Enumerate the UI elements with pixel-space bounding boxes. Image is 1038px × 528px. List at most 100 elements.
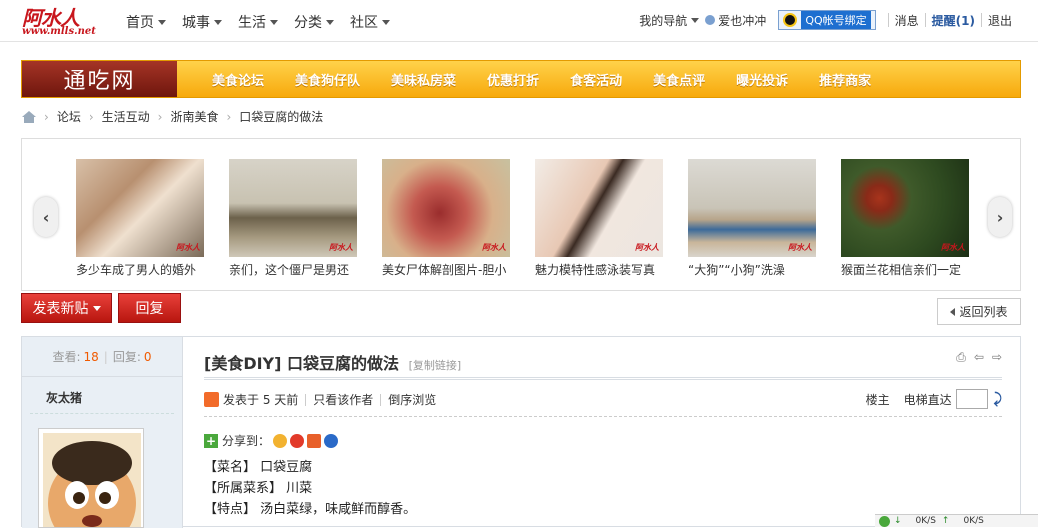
views-count: 18 [83, 349, 99, 364]
mainnav-reviews[interactable]: 美食点评 [653, 70, 705, 89]
chevron-right-icon[interactable]: › [988, 197, 1012, 237]
arrow-left-icon [950, 307, 956, 316]
previous-thread-icon[interactable]: ⇦ [974, 350, 984, 365]
logout-link[interactable]: 退出 [988, 12, 1012, 29]
breadcrumb-current[interactable]: 口袋豆腐的做法 [239, 108, 323, 125]
new-post-button[interactable]: 发表新贴 [21, 293, 112, 323]
reverse-order-link[interactable]: 倒序浏览 [388, 391, 436, 408]
chevron-left-icon[interactable]: ‹ [34, 197, 58, 237]
carousel-caption[interactable]: 多少车成了男人的婚外 [76, 261, 206, 278]
mainnav-private-kitchen[interactable]: 美味私房菜 [391, 70, 456, 89]
reply-button[interactable]: 回复 [118, 293, 181, 323]
divider [887, 13, 889, 27]
top-bar: 阿水人 www.mlls.net 首页 城事 生活 分类 社区 我的导航 爱也冲… [0, 0, 1038, 42]
post-line: 【特点】 汤白菜绿，味咸鲜而醇香。 [204, 502, 417, 517]
chevron-down-icon [270, 19, 278, 25]
watermark: 阿水人 [482, 243, 506, 252]
carousel-item[interactable]: 阿水人 美女尸体解剖图片-胆小 [382, 159, 512, 278]
weibo-icon[interactable] [290, 433, 305, 448]
username-link[interactable]: 爱也冲冲 [718, 12, 766, 29]
new-post-label: 发表新贴 [32, 301, 89, 317]
next-thread-icon[interactable]: ⇨ [992, 350, 1002, 365]
back-label: 返回列表 [959, 305, 1008, 319]
floor-jump: 楼主 电梯直达 ⤸ [866, 389, 1002, 409]
carousel-thumbnail[interactable]: 阿水人 [841, 159, 969, 257]
user-toolbar: 我的导航 爱也冲冲 QQ帐号绑定 消息 提醒(1) 退出 [639, 10, 1012, 30]
upload-arrow-icon: ↑ [941, 516, 950, 526]
remind-link[interactable]: 提醒(1) [932, 12, 975, 29]
renren-icon[interactable] [324, 433, 339, 448]
carousel-thumbnail[interactable]: 阿水人 [76, 159, 204, 257]
carousel-thumbnail[interactable]: 阿水人 [535, 159, 663, 257]
thread-stats: 查看: 18 | 回复: 0 [22, 337, 182, 377]
plus-icon[interactable]: + [204, 433, 218, 448]
plus-icon[interactable] [879, 515, 890, 527]
carousel-caption[interactable]: 美女尸体解剖图片-胆小 [382, 261, 512, 278]
download-speed: 0K/S [915, 516, 936, 526]
back-to-list-button[interactable]: 返回列表 [937, 298, 1021, 325]
views-label: 查看: [52, 350, 81, 364]
print-icon[interactable]: ⎙ [956, 350, 966, 365]
replies-label: 回复: [112, 350, 141, 364]
upload-speed: 0K/S [963, 516, 984, 526]
go-icon[interactable]: ⤸ [994, 391, 1002, 407]
carousel-caption[interactable]: 猴面兰花相信亲们一定 [841, 261, 971, 278]
breadcrumb-forum[interactable]: 论坛 [57, 108, 81, 125]
mainnav-merchants[interactable]: 推荐商家 [819, 70, 871, 89]
mainnav-complaints[interactable]: 曝光投诉 [736, 70, 788, 89]
topnav-community[interactable]: 社区 [350, 12, 390, 32]
topnav-label: 城事 [182, 15, 210, 31]
image-carousel: ‹ 阿水人 多少车成了男人的婚外 阿水人 亲们，这个僵尸是男还 阿水人 美女尸体… [21, 138, 1021, 291]
share-bar: + 分享到： [204, 432, 339, 449]
messages-link[interactable]: 消息 [895, 12, 919, 29]
chevron-down-icon [214, 19, 222, 25]
topnav-city[interactable]: 城事 [182, 12, 222, 32]
mainnav-events[interactable]: 食客活动 [570, 70, 622, 89]
floor-jump-label: 电梯直达 [903, 392, 952, 407]
post-line: 【菜名】 口袋豆腐 [204, 460, 313, 475]
copy-link[interactable]: [复制链接] [409, 359, 462, 372]
carousel-caption[interactable]: “大狗”“小狗”洗澡 [688, 261, 818, 278]
main-nav-items: 美食论坛 美食狗仔队 美味私房菜 优惠打折 食客活动 美食点评 曝光投诉 推荐商… [212, 61, 902, 97]
home-icon[interactable] [22, 110, 36, 123]
only-author-link[interactable]: 只看该作者 [313, 391, 373, 408]
post-line: 【所属菜系】 川菜 [204, 481, 313, 496]
site-logo[interactable]: 阿水人 www.mlls.net [22, 2, 110, 38]
carousel-item[interactable]: 阿水人 多少车成了男人的婚外 [76, 159, 206, 278]
breadcrumb-separator: › [226, 109, 232, 124]
topnav-category[interactable]: 分类 [294, 12, 334, 32]
carousel-item[interactable]: 阿水人 “大狗”“小狗”洗澡 [688, 159, 818, 278]
my-nav-link[interactable]: 我的导航 [639, 12, 687, 29]
brand-logo[interactable]: 通吃网 [22, 61, 177, 97]
breadcrumb-zhenan-food[interactable]: 浙南美食 [170, 108, 218, 125]
divider [980, 13, 982, 27]
breadcrumb-separator: › [157, 109, 163, 124]
topnav-label: 生活 [238, 15, 266, 31]
carousel-caption[interactable]: 魅力模特性感泳装写真 [535, 261, 665, 278]
carousel-item[interactable]: 阿水人 亲们，这个僵尸是男还 [229, 159, 359, 278]
mainnav-discounts[interactable]: 优惠打折 [487, 70, 539, 89]
topnav-life[interactable]: 生活 [238, 12, 278, 32]
douban-icon[interactable] [307, 433, 322, 448]
topnav-label: 社区 [350, 15, 378, 31]
carousel-item[interactable]: 阿水人 魅力模特性感泳装写真 [535, 159, 665, 278]
carousel-thumbnail[interactable]: 阿水人 [382, 159, 510, 257]
author-name[interactable]: 灰太猪 [30, 377, 174, 414]
speed-tray: ↓ 0K/S ↑ 0K/S [875, 514, 1038, 527]
qzone-icon[interactable] [273, 433, 288, 448]
topnav-home[interactable]: 首页 [126, 12, 166, 32]
carousel-item[interactable]: 阿水人 猴面兰花相信亲们一定 [841, 159, 971, 278]
post-sidebar: 查看: 18 | 回复: 0 灰太猪 [22, 337, 183, 528]
download-arrow-icon: ↓ [894, 516, 902, 526]
mainnav-food-forum[interactable]: 美食论坛 [212, 70, 264, 89]
avatar[interactable] [38, 428, 144, 528]
qq-bind-button[interactable]: QQ帐号绑定 [778, 10, 876, 30]
topnav-label: 首页 [126, 15, 154, 31]
mainnav-food-paparazzi[interactable]: 美食狗仔队 [295, 70, 360, 89]
breadcrumb-life[interactable]: 生活互动 [102, 108, 150, 125]
carousel-caption[interactable]: 亲们，这个僵尸是男还 [229, 261, 359, 278]
carousel-thumbnail[interactable]: 阿水人 [688, 159, 816, 257]
carousel-thumbnail[interactable]: 阿水人 [229, 159, 357, 257]
post-meta: 发表于 5 天前 只看该作者 倒序浏览 [204, 391, 436, 408]
floor-input[interactable] [955, 389, 988, 409]
